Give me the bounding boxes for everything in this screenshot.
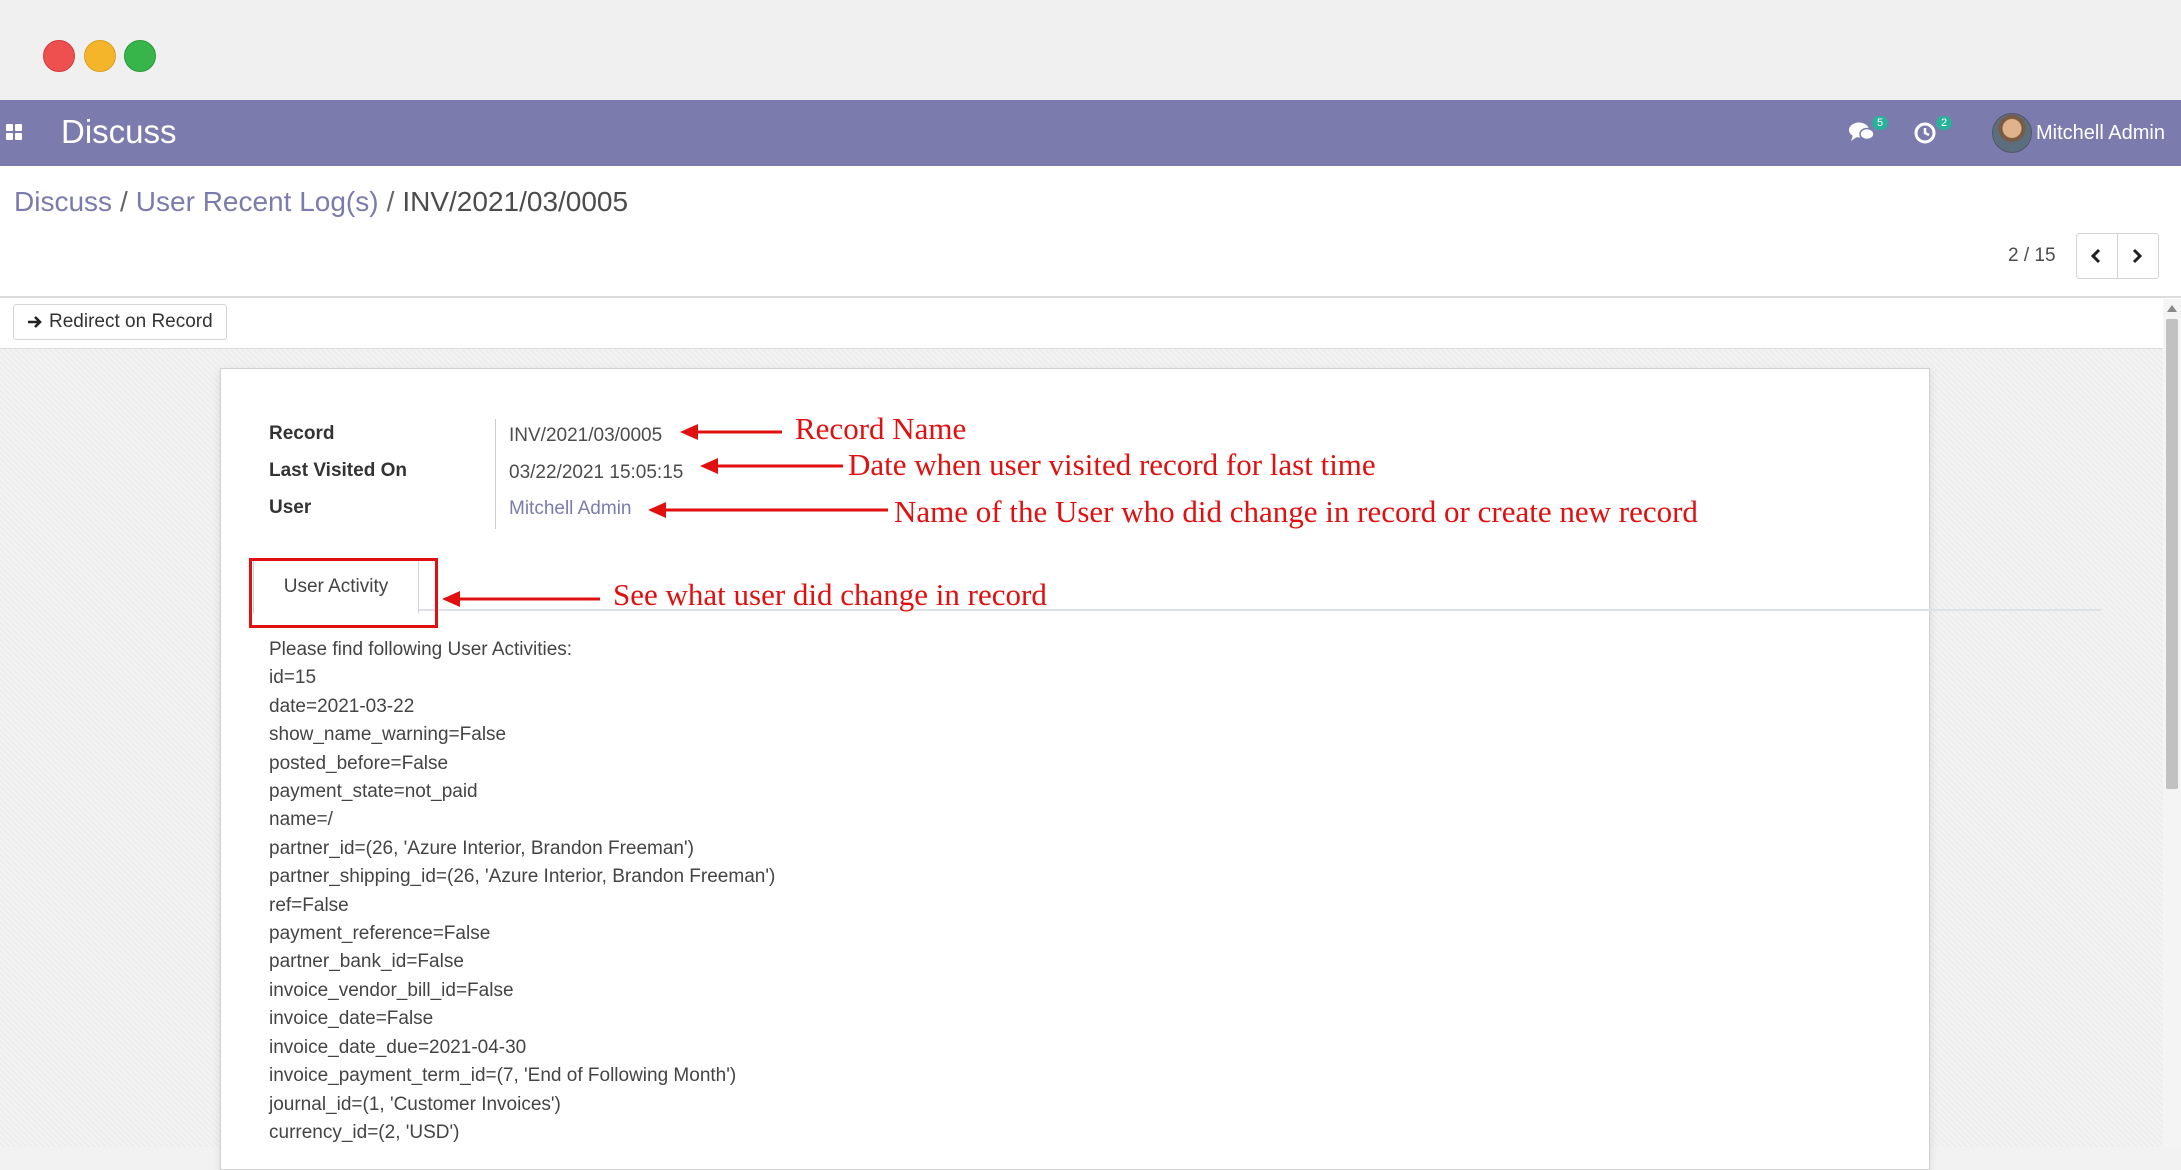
- annotation-arrowhead: [648, 502, 666, 518]
- annotation-arrows: [442, 424, 888, 607]
- annotation-user: Name of the User who did change in recor…: [894, 494, 1698, 529]
- annotation-arrowhead: [700, 458, 718, 474]
- annotation-last-visited: Date when user visited record for last t…: [848, 447, 1376, 482]
- annotation-arrowhead: [442, 591, 460, 607]
- annotation-user-activity: See what user did change in record: [613, 577, 1047, 612]
- annotation-record-name: Record Name: [795, 411, 967, 446]
- annotation-arrowhead: [680, 424, 698, 440]
